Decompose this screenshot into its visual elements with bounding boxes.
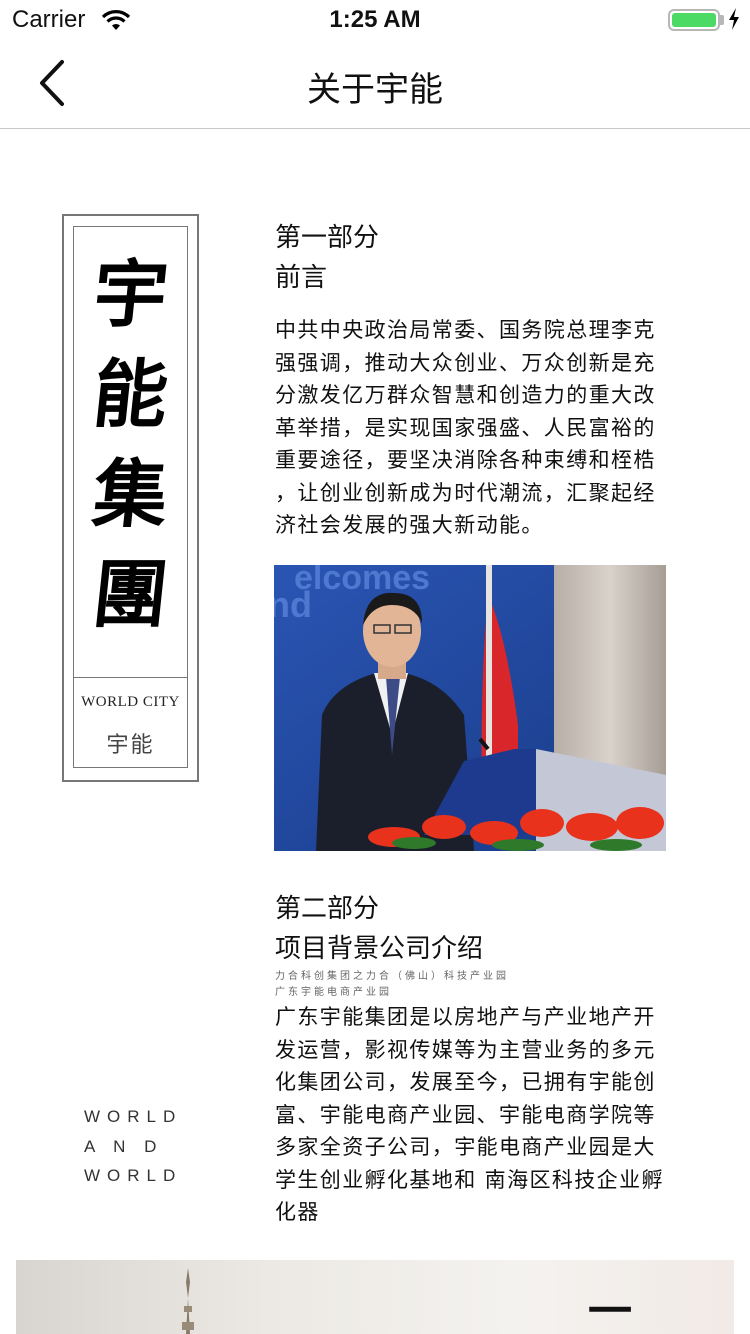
seal-calligraphy: 宇 能 集 團	[74, 245, 187, 645]
text-line: 重要途径，要坚决消除各种束缚和桎梏	[275, 448, 656, 472]
section-title: 前言	[275, 263, 328, 293]
seal-divider	[74, 677, 187, 678]
battery-icon	[668, 9, 720, 31]
section-subtitle: 广东宇能电商产业园	[275, 987, 392, 998]
section-body: 中共中央政治局常委、国务院总理李克 强强调，推动大众创业、万众创新是充 分激发亿…	[275, 314, 695, 542]
seal-char: 宇	[88, 252, 173, 338]
section-foreword: 第一部分 前言 中共中央政治局常委、国务院总理李克 强强调，推动大众创业、万众创…	[275, 218, 695, 542]
seal-char: 團	[88, 552, 173, 638]
svg-text:elcomes: elcomes	[294, 565, 430, 597]
seal-world-city: WORLD CITY	[81, 694, 180, 710]
text-line: 发运营，影视传媒等为主营业务的多元	[275, 1037, 656, 1062]
text-line: 革举措，是实现国家强盛、人民富裕的	[275, 415, 656, 440]
section-body: 广东宇能集团是以房地产与产业地产开 发运营，影视传媒等为主营业务的多元 化集团公…	[275, 1001, 695, 1229]
text-line: 济社会发展的强大新动能。	[275, 513, 544, 537]
seal-inner-border: 宇 能 集 團 WORLD CITY 宇能	[73, 226, 188, 768]
status-bar: Carrier 1:25 AM	[0, 0, 750, 40]
section-part-label: 第一部分	[275, 223, 380, 253]
side-caption-line: A N D	[84, 1137, 164, 1156]
section-title: 项目背景公司介绍	[275, 934, 484, 964]
speech-photo: elcomes nd	[274, 565, 666, 851]
text-line: 富、宇能电商产业园、宇能电商学院等	[275, 1102, 656, 1127]
seal-brand: 宇能	[106, 733, 155, 758]
speaker-at-podium-image: elcomes nd	[274, 565, 666, 851]
section-company-intro: 第二部分 项目背景公司介绍 力合科创集团之力合（佛山）科技产业园 广东宇能电商产…	[275, 889, 695, 1229]
city-banner-image: 一	[16, 1260, 734, 1334]
side-caption-line: WORLD	[84, 1107, 183, 1126]
text-line: 多家全资子公司，宇能电商产业园是大	[275, 1135, 656, 1159]
banner-glyph: 一	[588, 1286, 632, 1334]
clock: 1:25 AM	[329, 6, 421, 33]
side-caption-line: WORLD	[84, 1166, 183, 1185]
text-line: 中共中央政治局常委、国务院总理李克	[275, 318, 656, 342]
text-line: 强强调，推动大众创业、万众创新是充	[275, 350, 656, 375]
text-line: ，让创业创新成为时代潮流，汇聚起经	[275, 480, 656, 505]
nav-bar: 关于宇能	[0, 40, 750, 129]
charging-bolt-icon	[729, 8, 739, 30]
seal-char: 能	[88, 352, 173, 438]
svg-text:nd: nd	[274, 584, 312, 625]
text-line: 广东宇能集团是以房地产与产业地产开	[275, 1005, 656, 1029]
text-line: 分激发亿万群众智慧和创造力的重大改	[275, 383, 656, 407]
seal-char: 集	[88, 452, 173, 538]
text-line: 化器	[275, 1200, 320, 1224]
brand-seal: 宇 能 集 團 WORLD CITY 宇能	[62, 214, 199, 782]
battery-cap	[720, 15, 724, 25]
text-line: 化集团公司，发展至今，已拥有宇能创	[275, 1070, 656, 1094]
section-part-label: 第二部分	[275, 894, 380, 924]
section-subtitle: 力合科创集团之力合（佛山）科技产业园	[275, 971, 509, 982]
text-line: 学生创业孵化基地和 南海区科技企业孵	[275, 1167, 664, 1192]
page-title: 关于宇能	[307, 70, 443, 110]
